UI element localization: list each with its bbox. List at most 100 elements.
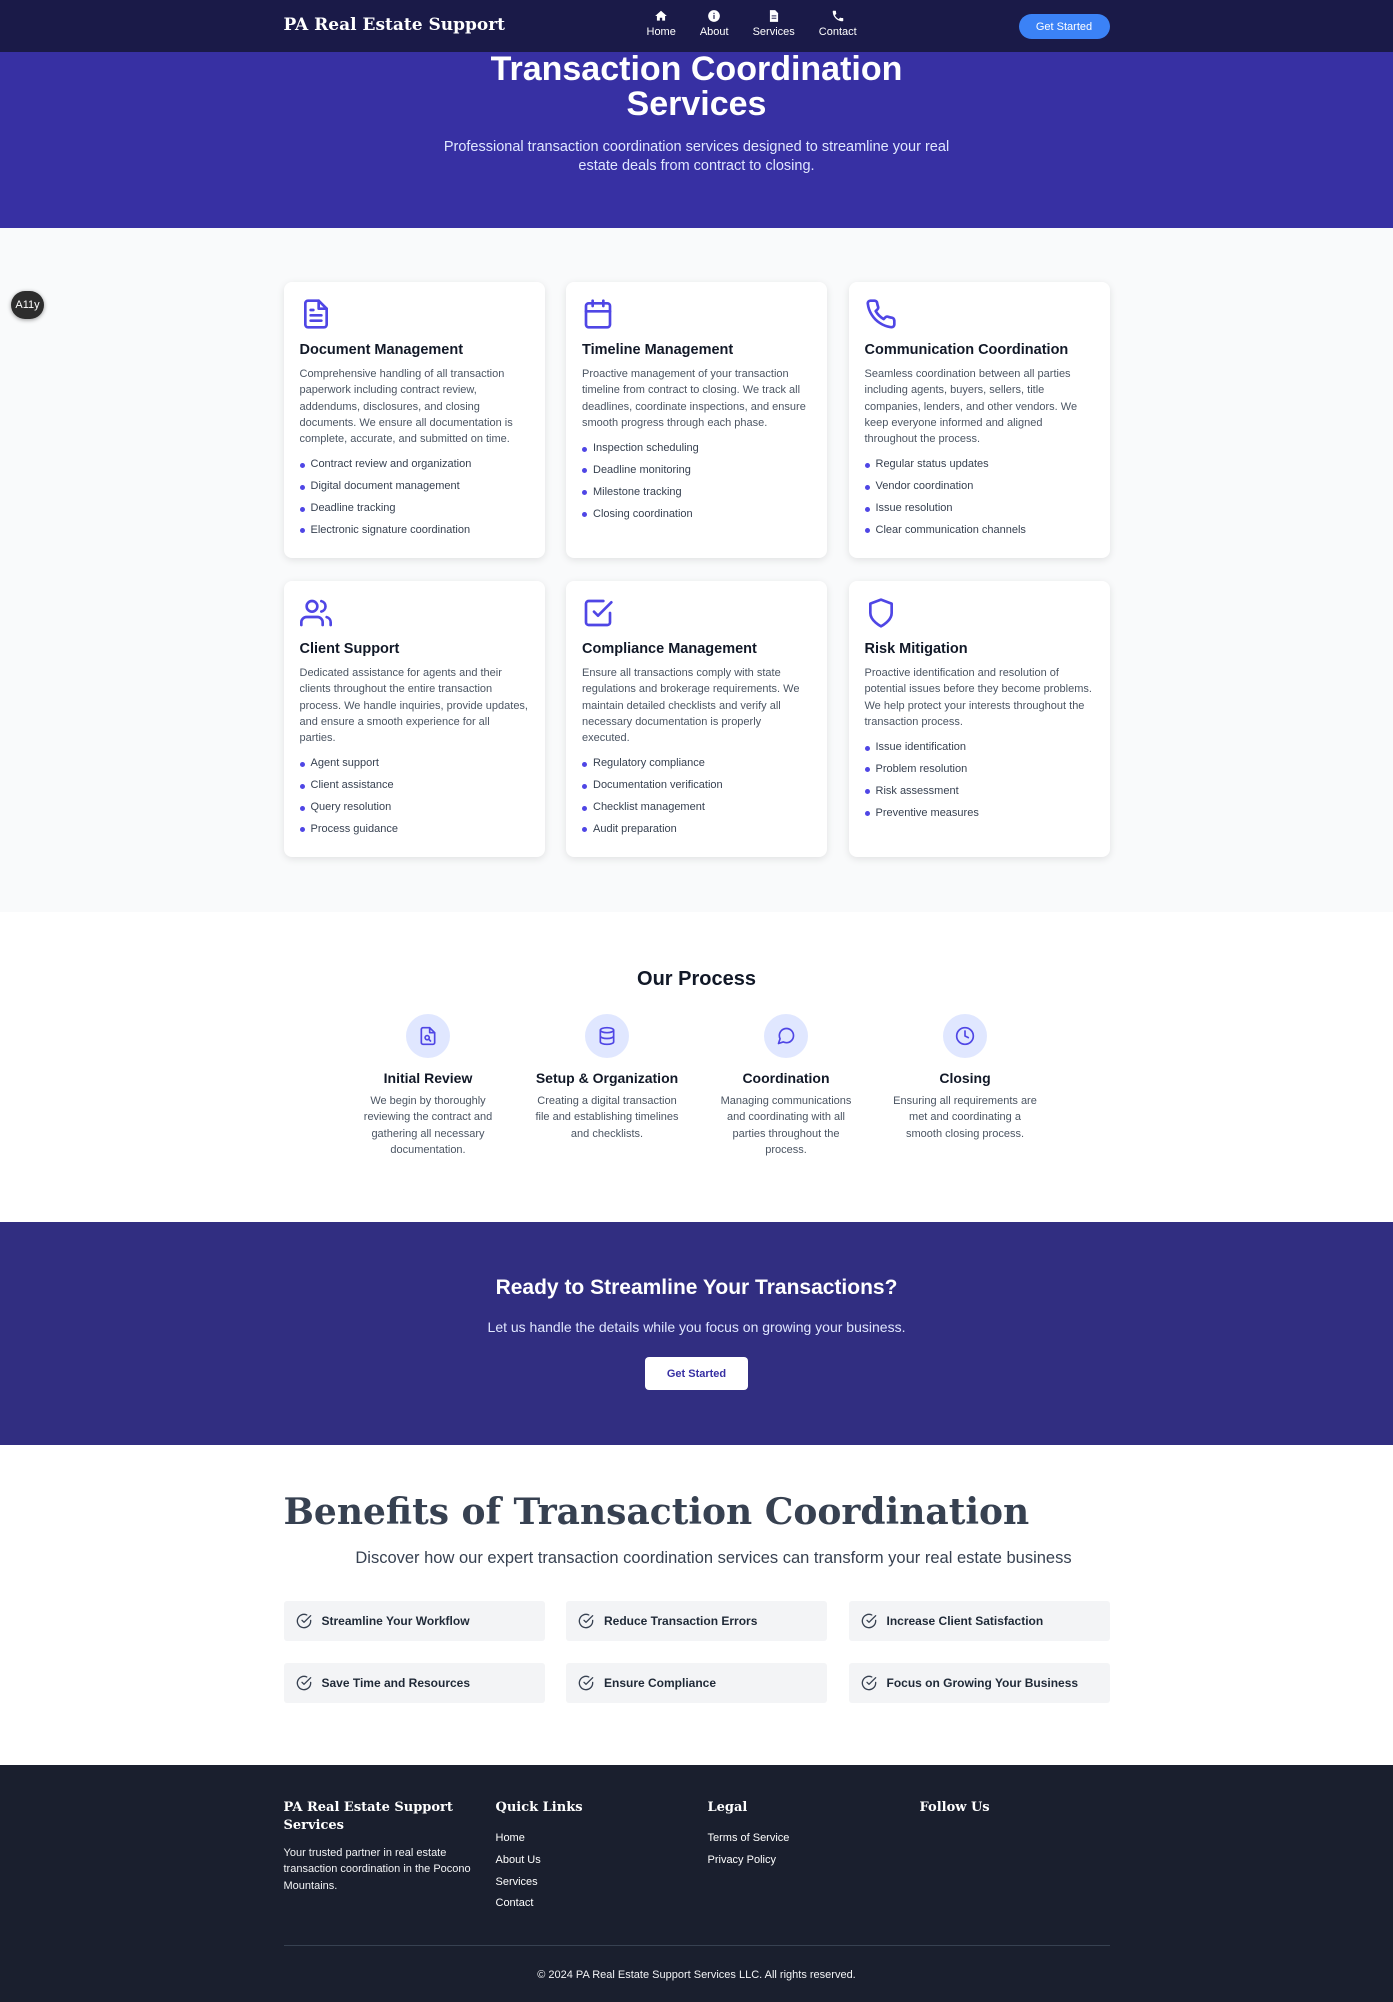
- nav-links: Home About Services Contact: [647, 9, 857, 38]
- feature-list: Contract review and organization Digital…: [299, 454, 529, 541]
- process-step: Closing Ensuring all requirements are me…: [892, 1014, 1038, 1158]
- step-description: Ensuring all requirements are met and co…: [893, 1095, 1037, 1140]
- footer-link-privacy[interactable]: Privacy Policy: [708, 1850, 920, 1872]
- benefits-section: Benefits of Transaction Coordination Dis…: [0, 1445, 1393, 1765]
- service-card: Compliance Management Ensure all transac…: [566, 581, 827, 857]
- service-description: Ensure all transactions comply with stat…: [582, 667, 800, 745]
- check-circle-icon: [578, 1675, 594, 1691]
- step-description: We begin by thoroughly reviewing the con…: [363, 1095, 493, 1156]
- feature-item: Regular status updates: [864, 454, 1094, 476]
- get-started-button[interactable]: Get Started: [1018, 14, 1110, 39]
- brand-logo[interactable]: PA Real Estate Support: [284, 15, 506, 35]
- process-title: Our Process: [637, 968, 756, 990]
- footer-copyright: © 2024 PA Real Estate Support Services L…: [283, 1945, 1110, 1981]
- feature-list: Regular status updates Vendor coordinati…: [864, 454, 1094, 542]
- feature-list: Regulatory compliance Documentation veri…: [582, 753, 811, 840]
- footer-about: PA Real Estate Support Services Your tru…: [284, 1799, 496, 1915]
- cta-title: Ready to Streamline Your Transactions?: [495, 1276, 898, 1299]
- cta-section: Ready to Streamline Your Transactions? L…: [0, 1222, 1393, 1445]
- feature-item: Process guidance: [299, 819, 529, 841]
- benefit-item: Ensure Compliance: [566, 1663, 827, 1703]
- feature-list: Inspection scheduling Deadline monitorin…: [582, 438, 811, 525]
- check-square-icon: [584, 599, 613, 627]
- feature-item: Problem resolution: [864, 759, 1094, 781]
- feature-item: Preventive measures: [864, 803, 1094, 825]
- feature-item: Client assistance: [299, 775, 529, 797]
- info-icon: [708, 10, 721, 22]
- feature-item: Audit preparation: [582, 819, 811, 841]
- feature-item: Inspection scheduling: [582, 438, 811, 460]
- footer-link-home[interactable]: Home: [496, 1828, 708, 1850]
- service-card: Client Support Dedicated assistance for …: [283, 581, 545, 857]
- benefits-subtitle: Discover how our expert transaction coor…: [355, 1549, 1072, 1567]
- database-icon: [599, 1026, 615, 1046]
- feature-list: Agent support Client assistance Query re…: [299, 753, 529, 841]
- check-circle-icon: [296, 1613, 311, 1629]
- process-step: Initial Review We begin by thoroughly re…: [355, 1014, 501, 1158]
- benefit-item: Reduce Transaction Errors: [566, 1601, 827, 1641]
- file-search-icon: [420, 1026, 436, 1046]
- check-circle-icon: [861, 1613, 876, 1629]
- footer-heading: Follow Us: [919, 1800, 990, 1815]
- footer-link-terms[interactable]: Terms of Service: [708, 1828, 920, 1850]
- feature-list: Issue identification Problem resolution …: [864, 737, 1094, 825]
- benefit-item: Save Time and Resources: [283, 1663, 545, 1703]
- feature-item: Query resolution: [299, 797, 529, 819]
- services-section: Document Management Comprehensive handli…: [0, 228, 1393, 912]
- cta-get-started-button[interactable]: Get Started: [645, 1357, 748, 1390]
- hero-subtitle: Professional transaction coordination se…: [443, 139, 950, 174]
- service-title: Risk Mitigation: [864, 641, 968, 657]
- feature-item: Vendor coordination: [864, 476, 1094, 498]
- service-title: Communication Coordination: [864, 342, 1069, 358]
- nav-link-services[interactable]: Services: [753, 9, 795, 38]
- service-card: Document Management Comprehensive handli…: [283, 282, 545, 558]
- feature-item: Regulatory compliance: [582, 753, 811, 775]
- feature-item: Contract review and organization: [299, 454, 529, 476]
- footer-link-about[interactable]: About Us: [496, 1850, 708, 1872]
- hero-title: Transaction Coordination Services: [490, 50, 903, 123]
- service-description: Seamless coordination between all partie…: [864, 368, 1078, 446]
- feature-item: Issue identification: [864, 737, 1094, 759]
- service-title: Document Management: [299, 342, 464, 358]
- phone-icon: [832, 10, 843, 22]
- feature-item: Milestone tracking: [582, 482, 811, 504]
- footer-link-contact[interactable]: Contact: [496, 1893, 708, 1915]
- shield-icon: [868, 598, 893, 628]
- feature-item: Issue resolution: [864, 498, 1094, 520]
- message-circle-icon: [777, 1027, 795, 1045]
- nav-link-about[interactable]: About: [700, 9, 729, 38]
- step-title: Setup & Organization: [535, 1070, 679, 1086]
- step-description: Managing communications and coordinating…: [720, 1095, 852, 1156]
- feature-item: Agent support: [299, 753, 529, 775]
- check-circle-icon: [861, 1675, 876, 1691]
- feature-item: Clear communication channels: [864, 520, 1094, 542]
- check-circle-icon: [296, 1675, 311, 1691]
- benefit-item: Increase Client Satisfaction: [848, 1601, 1110, 1641]
- service-title: Client Support: [299, 641, 400, 657]
- footer-quick-links: Quick Links Home About Us Services Conta…: [496, 1799, 708, 1915]
- footer-tagline: Your trusted partner in real estate tran…: [283, 1847, 471, 1892]
- nav-link-home[interactable]: Home: [647, 9, 676, 38]
- clock-icon: [955, 1026, 975, 1046]
- feature-item: Checklist management: [582, 797, 811, 819]
- accessibility-button[interactable]: A11y: [11, 291, 44, 319]
- service-card: Timeline Management Proactive management…: [566, 282, 827, 558]
- benefit-item: Streamline Your Workflow: [283, 1601, 545, 1641]
- process-step: Setup & Organization Creating a digital …: [534, 1014, 680, 1158]
- footer-heading: Legal: [707, 1800, 748, 1815]
- service-title: Timeline Management: [582, 342, 734, 358]
- document-icon: [303, 299, 328, 329]
- feature-item: Digital document management: [299, 476, 529, 498]
- footer-link-services[interactable]: Services: [496, 1872, 708, 1894]
- step-description: Creating a digital transaction file and …: [535, 1095, 679, 1140]
- feature-item: Risk assessment: [864, 781, 1094, 803]
- cta-subtitle: Let us handle the details while you focu…: [487, 1319, 906, 1335]
- footer-brand: PA Real Estate Support Services: [283, 1800, 453, 1833]
- nav-link-contact[interactable]: Contact: [819, 9, 857, 38]
- service-description: Dedicated assistance for agents and thei…: [299, 667, 529, 745]
- step-title: Coordination: [742, 1070, 830, 1086]
- service-card: Risk Mitigation Proactive identification…: [848, 581, 1110, 857]
- footer: PA Real Estate Support Services Your tru…: [0, 1765, 1393, 2002]
- calendar-icon: [584, 299, 612, 329]
- top-navigation: PA Real Estate Support Home About Servic…: [0, 0, 1393, 52]
